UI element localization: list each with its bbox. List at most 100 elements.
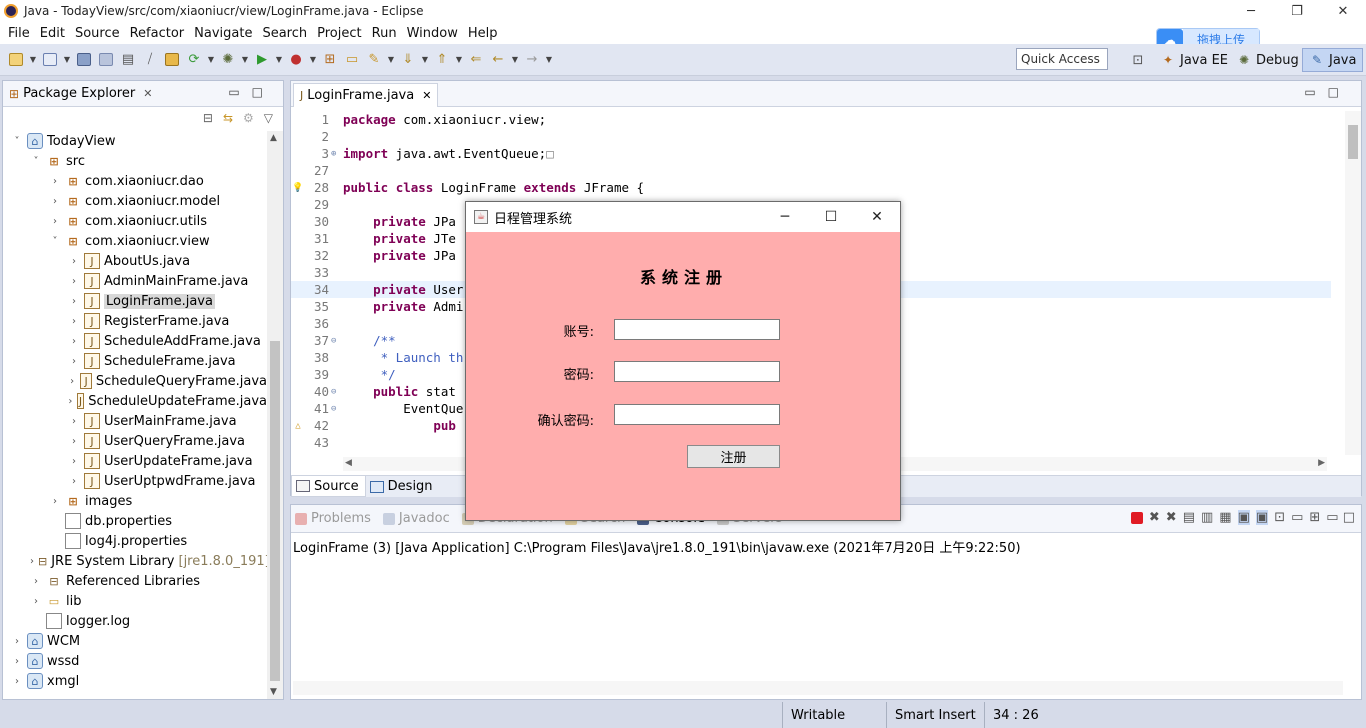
close-icon[interactable]: ✕: [422, 89, 431, 102]
tree-item[interactable]: › J UserUpdateFrame.java: [3, 451, 267, 471]
tab-javadoc[interactable]: Javadoc: [382, 511, 450, 526]
confirm-password-input[interactable]: [614, 404, 780, 425]
scrollbar-thumb[interactable]: [1348, 125, 1358, 159]
expand-toggle-icon[interactable]: ›: [49, 176, 61, 187]
fold-toggle-icon[interactable]: ⊕: [331, 149, 341, 159]
view-minmax-icons[interactable]: ▭□: [228, 85, 275, 99]
expand-toggle-icon[interactable]: ›: [30, 596, 42, 607]
expand-toggle-icon[interactable]: ›: [30, 556, 34, 567]
menu-help[interactable]: Help: [463, 26, 503, 41]
refresh-icon[interactable]: ⟳: [184, 50, 204, 70]
package-explorer-scrollbar[interactable]: ▲ ▼: [267, 131, 283, 699]
dialog-titlebar[interactable]: ☕ 日程管理系统 ─ ☐ ✕: [466, 202, 900, 232]
annotation-next-icon[interactable]: ⇓: [398, 50, 418, 70]
external-tools-icon[interactable]: ●: [286, 50, 306, 70]
editor-tab-loginframe[interactable]: J LoginFrame.java ✕: [293, 83, 439, 107]
annotation-prev-icon[interactable]: ⇑: [432, 50, 452, 70]
open-console-icon[interactable]: ⊞: [1309, 510, 1320, 525]
menu-search[interactable]: Search: [257, 26, 312, 41]
new-package-icon[interactable]: ⊞: [320, 50, 340, 70]
terminate-icon[interactable]: [1130, 512, 1143, 524]
tree-item[interactable]: › J AboutUs.java: [3, 251, 267, 271]
new-java-project-icon[interactable]: [40, 50, 60, 70]
tree-item[interactable]: › ⊞ com.xiaoniucr.utils: [3, 211, 267, 231]
back-icon[interactable]: ←: [488, 50, 508, 70]
focus-task-icon[interactable]: ⚙: [243, 111, 254, 125]
word-wrap-icon[interactable]: ▦: [1219, 510, 1231, 525]
expand-toggle-icon[interactable]: ›: [49, 196, 61, 207]
perspective-java[interactable]: ✎ Java: [1302, 48, 1364, 72]
password-input[interactable]: [614, 361, 780, 382]
expand-toggle-icon[interactable]: ›: [68, 436, 80, 447]
refresh-dropdown-icon[interactable]: ▼: [206, 50, 216, 70]
window-maximize-button[interactable]: ❐: [1274, 0, 1320, 22]
back-dropdown-icon[interactable]: ▼: [510, 50, 520, 70]
expand-toggle-icon[interactable]: ›: [68, 416, 80, 427]
forward-icon[interactable]: →: [522, 50, 542, 70]
tree-item[interactable]: › ⊞ com.xiaoniucr.model: [3, 191, 267, 211]
menu-refactor[interactable]: Refactor: [125, 26, 190, 41]
new-icon[interactable]: [6, 50, 26, 70]
menu-source[interactable]: Source: [70, 26, 125, 41]
tree-item[interactable]: log4j.properties: [3, 531, 267, 551]
code-line[interactable]: 27: [291, 162, 1331, 179]
folded-block-indicator[interactable]: □: [546, 146, 554, 161]
tree-item[interactable]: › ⌂ WCM: [3, 631, 267, 651]
window-minimize-button[interactable]: ─: [1228, 0, 1274, 22]
external-tools-dropdown-icon[interactable]: ▼: [308, 50, 318, 70]
expand-toggle-icon[interactable]: ˅: [49, 236, 61, 247]
expand-toggle-icon[interactable]: ˅: [11, 136, 23, 147]
show-console-stdout-icon[interactable]: ▣: [1237, 510, 1250, 525]
open-perspective-icon[interactable]: ⊡: [1128, 50, 1148, 70]
search-tool-icon[interactable]: ✎: [364, 50, 384, 70]
expand-toggle-icon[interactable]: ›: [11, 636, 23, 647]
clear-console-icon[interactable]: ▤: [1183, 510, 1195, 525]
tree-item[interactable]: › J ScheduleAddFrame.java: [3, 331, 267, 351]
tree-item[interactable]: › J UserQueryFrame.java: [3, 431, 267, 451]
quick-access-input[interactable]: Quick Access: [1016, 48, 1108, 70]
tree-item[interactable]: › ⌂ wssd: [3, 651, 267, 671]
expand-toggle-icon[interactable]: ›: [11, 676, 23, 687]
expand-toggle-icon[interactable]: ›: [68, 296, 80, 307]
menu-navigate[interactable]: Navigate: [189, 26, 257, 41]
code-line[interactable]: 💡 28 public class LoginFrame extends JFram…: [291, 179, 1331, 196]
tree-item[interactable]: ˅ ⊞ src: [3, 151, 267, 171]
tree-item[interactable]: ˅ ⌂ TodayView: [3, 131, 267, 151]
scroll-lock-icon[interactable]: ▥: [1201, 510, 1213, 525]
gutter-marker-icon[interactable]: △: [291, 421, 305, 431]
fold-toggle-icon[interactable]: ⊖: [331, 387, 341, 397]
console-horizontal-scrollbar[interactable]: [293, 681, 1343, 695]
tree-item[interactable]: ˅ ⊞ com.xiaoniucr.view: [3, 231, 267, 251]
fold-toggle-icon[interactable]: ⊖: [331, 336, 341, 346]
menu-project[interactable]: Project: [312, 26, 366, 41]
package-explorer-tab[interactable]: ⊞ Package Explorer ✕ ▭□: [3, 81, 283, 107]
new-dropdown-icon[interactable]: ▼: [28, 50, 38, 70]
forward-dropdown-icon[interactable]: ▼: [544, 50, 554, 70]
tree-item[interactable]: › J UserMainFrame.java: [3, 411, 267, 431]
scroll-up-icon[interactable]: ▲: [270, 133, 277, 143]
close-icon[interactable]: ✕: [143, 87, 152, 100]
menu-edit[interactable]: Edit: [35, 26, 70, 41]
last-edit-icon[interactable]: ⇐: [466, 50, 486, 70]
perspective-debug[interactable]: ✺ Debug: [1236, 48, 1299, 72]
tree-item[interactable]: › J UserUptpwdFrame.java: [3, 471, 267, 491]
show-console-stderr-icon[interactable]: ▣: [1255, 510, 1269, 525]
scrollbar-thumb[interactable]: [270, 341, 280, 681]
tree-item[interactable]: › ⊞ com.xiaoniucr.dao: [3, 171, 267, 191]
expand-toggle-icon[interactable]: ›: [68, 356, 80, 367]
register-button[interactable]: 注册: [687, 445, 780, 468]
toggle-breakpoint-icon[interactable]: ⧸: [140, 50, 160, 70]
tree-item[interactable]: › ▭ lib: [3, 591, 267, 611]
expand-toggle-icon[interactable]: ›: [68, 456, 80, 467]
expand-toggle-icon[interactable]: ›: [68, 256, 80, 267]
dialog-close-button[interactable]: ✕: [854, 202, 900, 232]
open-folder-icon[interactable]: ▭: [342, 50, 362, 70]
run-dropdown-icon[interactable]: ▼: [274, 50, 284, 70]
scroll-down-icon[interactable]: ▼: [270, 687, 277, 697]
tree-item[interactable]: › ⊞ images: [3, 491, 267, 511]
expand-toggle-icon[interactable]: ›: [49, 216, 61, 227]
scroll-left-icon[interactable]: ◀: [345, 458, 352, 468]
perspective-java-ee[interactable]: ✦ Java EE: [1160, 48, 1228, 72]
scroll-right-icon[interactable]: ▶: [1318, 458, 1325, 468]
expand-toggle-icon[interactable]: ›: [68, 396, 73, 407]
